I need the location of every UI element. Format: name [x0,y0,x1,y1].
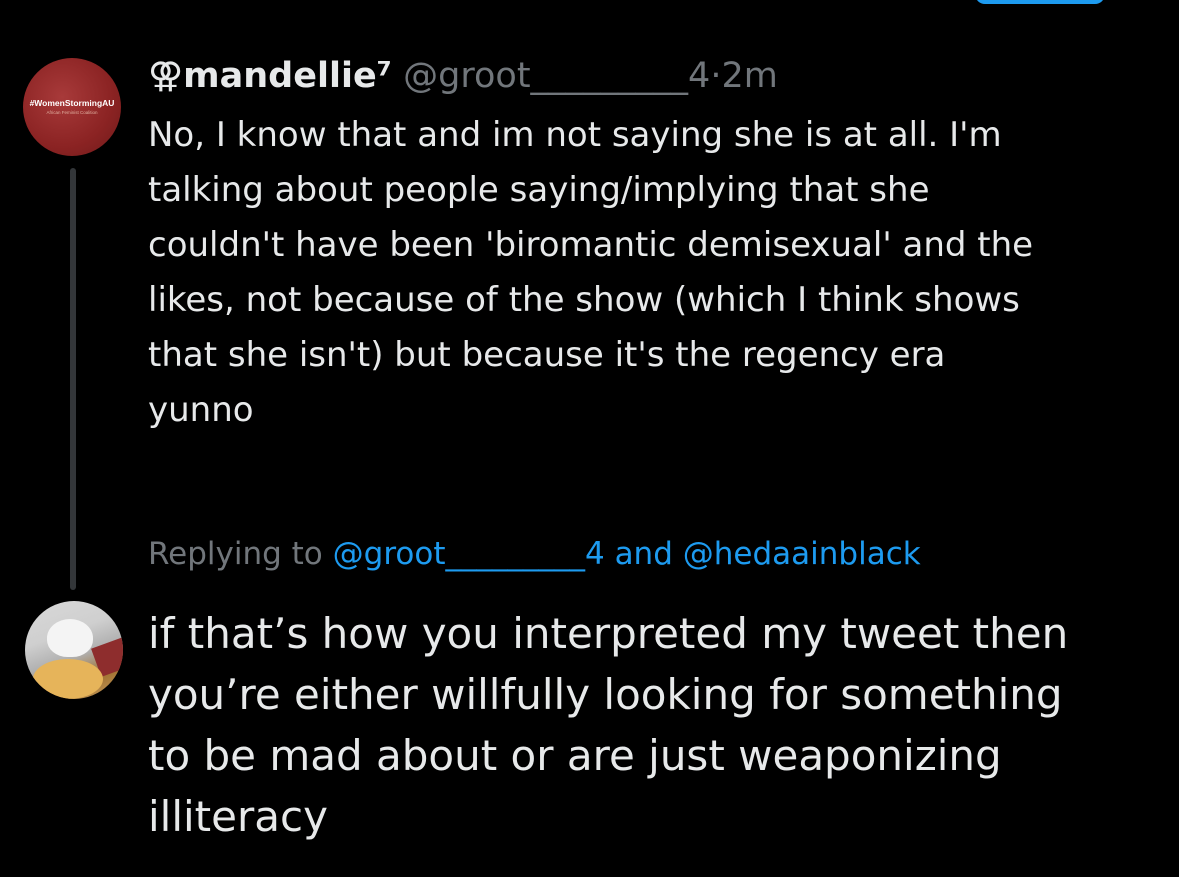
avatar[interactable] [25,601,123,699]
tweet-text: if that’s how you interpreted my tweet t… [148,603,1168,847]
tweet-text: No, I know that and im not saying she is… [148,108,1158,438]
tweet-text-line: couldn't have been 'biromantic demisexua… [148,225,1034,265]
replying-user-link[interactable]: @groot_________4 [333,536,605,572]
display-name[interactable]: ⚢mandellie⁷ [148,56,392,96]
avatar-decoration [33,659,103,699]
replying-user-link[interactable]: @hedaainblack [683,536,921,572]
tweet-text-line: you’re either willfully looking for some… [148,670,1063,719]
avatar[interactable]: #WomenStormingAU African Feminist Coalit… [23,58,121,156]
replying-to-context: Replying to @groot_________4 and @hedaai… [148,532,921,576]
time-separator: · [710,56,722,96]
avatar-sublabel: African Feminist Coalition [46,110,98,115]
tweet-text-line: likes, not because of the show (which I … [148,280,1020,320]
replying-and[interactable]: and [615,536,673,572]
tweet-text-line: yunno [148,390,254,430]
tweet-header: ⚢mandellie⁷ @groot_________4·2m [148,54,778,98]
user-handle[interactable]: @groot_________4 [403,56,710,96]
tweet-text-line: if that’s how you interpreted my tweet t… [148,609,1069,658]
tweet-text-line: talking about people saying/implying tha… [148,170,930,210]
top-action-button[interactable] [975,0,1105,4]
tweet-text-line: that she isn't) but because it's the reg… [148,335,946,375]
tweet-text-line: illiteracy [148,792,328,841]
avatar-label: #WomenStormingAU [29,98,115,108]
tweet-text-line: No, I know that and im not saying she is… [148,115,1002,155]
tweet-timestamp[interactable]: 2m [721,56,777,96]
avatar-decoration [47,619,93,657]
thread-connector-line [70,168,76,590]
replying-prefix: Replying to [148,536,323,572]
tweet-text-line: to be mad about or are just weaponizing [148,731,1002,780]
